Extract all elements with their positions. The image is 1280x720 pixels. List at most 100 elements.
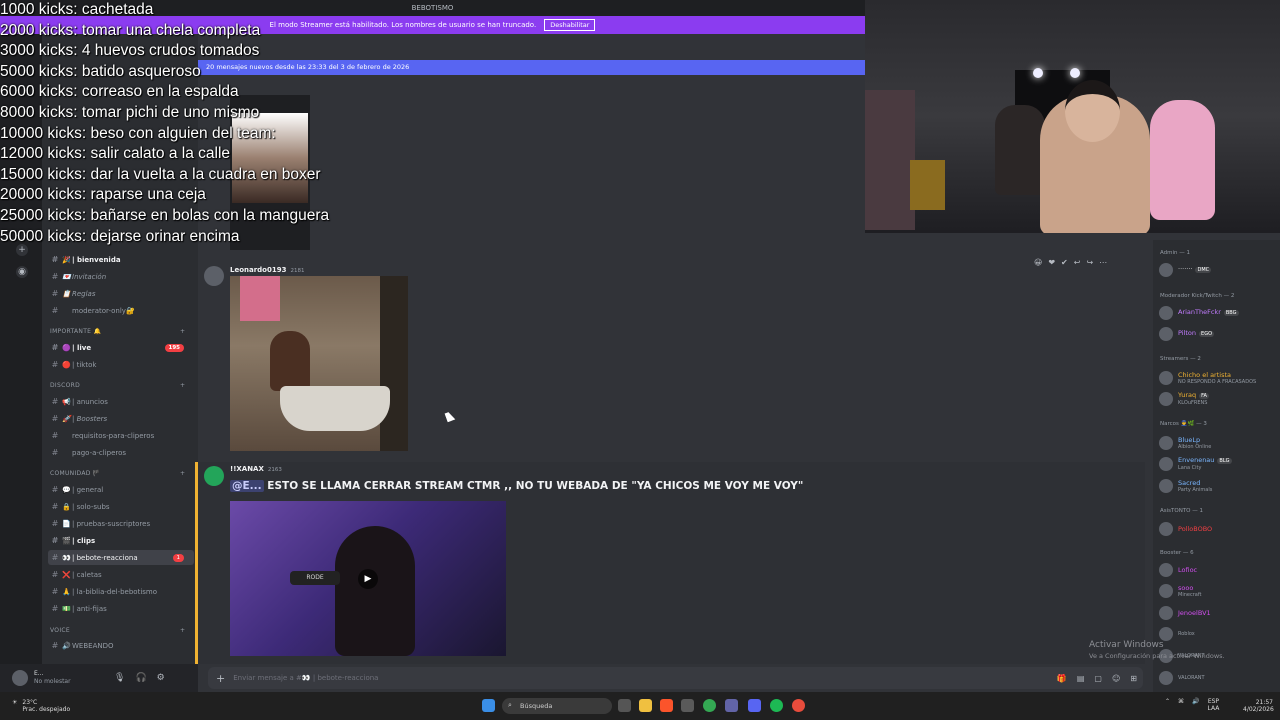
sticker-icon[interactable]: ▢ (1094, 674, 1102, 683)
reaction-check-icon[interactable]: ✔ (1061, 258, 1068, 267)
play-icon[interactable]: ▶ (358, 569, 378, 589)
add-attachment-icon[interactable]: + (216, 672, 225, 685)
discover-icon[interactable]: ◉ (16, 266, 28, 278)
more-options-icon[interactable]: ⋯ (1099, 258, 1107, 267)
task-view-icon[interactable] (618, 699, 631, 712)
gif-icon[interactable]: ▤ (1077, 674, 1085, 683)
teams-icon[interactable] (725, 699, 738, 712)
brave-icon[interactable] (660, 699, 673, 712)
message-author[interactable]: !!XANAX 2163 (230, 465, 282, 473)
language-indicator[interactable]: ESP LAA (1208, 698, 1220, 712)
member-activity: VALORANT (1178, 675, 1205, 681)
taskbar-search[interactable]: Búsqueda (502, 698, 612, 714)
member-item[interactable]: Chicho el artista NO RESPONDO A FRACASADO… (1159, 368, 1278, 388)
user-avatar[interactable] (12, 670, 28, 686)
channel-item[interactable]: # moderator-only🔐 (48, 303, 194, 318)
channel-item[interactable]: # 🔊 WEBEANDO (48, 638, 194, 653)
member-activity: Minecraft (1178, 591, 1202, 598)
channel-category[interactable]: COMUNIDAD 🏴 + (50, 470, 185, 477)
member-group-header: AsisTONTO — 1 (1160, 508, 1204, 514)
member-item[interactable]: Pilton EGO (1159, 324, 1278, 344)
channel-category[interactable]: VOICE + (50, 627, 185, 634)
file-explorer-icon[interactable] (639, 699, 652, 712)
add-channel-icon[interactable]: + (180, 328, 185, 335)
gift-icon[interactable]: 🎁 (1057, 674, 1067, 683)
disable-streamer-button[interactable]: Deshabilitar (544, 19, 596, 31)
network-icon[interactable]: ⌘ (1178, 698, 1184, 712)
member-item[interactable]: ······· DMC (1159, 260, 1278, 280)
clock[interactable]: 21:57 4/02/2026 (1243, 699, 1274, 713)
member-avatar (1159, 606, 1173, 620)
headphones-icon[interactable]: 🎧 (135, 673, 146, 683)
member-item[interactable]: Sacred Party Animals (1159, 476, 1278, 496)
member-item[interactable]: Envenenau BLG Lana City (1159, 454, 1278, 474)
member-item[interactable]: Yuraq FA KLOuFRENS (1159, 389, 1278, 409)
message-avatar[interactable] (204, 266, 224, 286)
overlay-goal-line: 10000 kicks: beso con alguien del team: (0, 124, 276, 142)
store-icon[interactable] (681, 699, 694, 712)
overlay-goal-line: 15000 kicks: dar la vuelta a la cuadra e… (0, 165, 321, 183)
start-icon[interactable] (482, 699, 495, 712)
weather-widget[interactable]: ☀ 23°C Prac. despejado (12, 699, 70, 713)
message-input[interactable]: + Enviar mensaje a #👀 | bebote-reacciona… (208, 667, 1143, 689)
spotify-icon[interactable] (770, 699, 783, 712)
apps-icon[interactable]: ⊞ (1130, 674, 1137, 683)
user-mention[interactable]: @E... (230, 480, 264, 492)
member-item[interactable]: PolloBOBO (1159, 519, 1278, 539)
member-item[interactable]: ArianTheFckr BBG (1159, 303, 1278, 323)
channel-item[interactable]: # 👀 | bebote-reacciona 1 (48, 550, 194, 565)
channel-item[interactable]: # requisitos-para-cliperos (48, 428, 194, 443)
hash-icon: # (51, 360, 59, 369)
obs-icon[interactable] (792, 699, 805, 712)
channel-item[interactable]: # 🎬 | clips (48, 533, 194, 548)
channel-item[interactable]: # 🔴 | tiktok (48, 357, 194, 372)
add-channel-icon[interactable]: + (180, 627, 185, 634)
chevron-up-icon[interactable]: ⌃ (1165, 698, 1170, 712)
member-item[interactable]: JenoelBV1 (1159, 603, 1278, 623)
channel-emoji: 🔴 (62, 360, 71, 369)
channel-item[interactable]: # 🚀 | Boosters (48, 411, 194, 426)
add-channel-icon[interactable]: + (180, 470, 185, 477)
channel-label: | caletas (72, 570, 102, 579)
composer-placeholder: Enviar mensaje a #👀 | bebote-reacciona (233, 674, 379, 682)
channel-category[interactable]: IMPORTANTE 🔔 + (50, 328, 185, 335)
channel-label: | general (72, 485, 104, 494)
reply-icon[interactable]: ↩ (1074, 258, 1081, 267)
message-image-attachment[interactable] (230, 276, 408, 451)
channel-category[interactable]: DISCORD + (50, 382, 185, 389)
message-video-attachment[interactable]: RODE ▶ (230, 501, 506, 656)
channel-item[interactable]: # 🎉 | bienvenida (48, 252, 194, 267)
member-name: Sacred (1178, 478, 1201, 487)
reaction-emoji-icon[interactable]: 😀 (1034, 258, 1042, 267)
reaction-heart-icon[interactable]: ❤ (1048, 258, 1055, 267)
chrome-icon[interactable] (703, 699, 716, 712)
discord-icon[interactable] (748, 699, 761, 712)
member-item[interactable]: VALORANT (1159, 668, 1278, 688)
member-item[interactable]: Lofioc (1159, 560, 1278, 580)
channel-item[interactable]: # 💌 Invitación (48, 269, 194, 284)
channel-item[interactable]: # ❌ | caletas (48, 567, 194, 582)
emoji-icon[interactable]: ☺ (1112, 674, 1120, 683)
forward-icon[interactable]: ↪ (1086, 258, 1093, 267)
channel-item[interactable]: # 💬 | general (48, 482, 194, 497)
channel-item[interactable]: # 📋 Reglas (48, 286, 194, 301)
channel-item[interactable]: # pago-a-cliperos (48, 445, 194, 460)
member-item[interactable]: BlueLp Albion Online (1159, 433, 1278, 453)
channel-item[interactable]: # 📢 | anuncios (48, 394, 194, 409)
overlay-goal-line: 3000 kicks: 4 huevos crudos tomados (0, 42, 260, 60)
message-author[interactable]: Leonardo0193 2181 (230, 266, 304, 274)
microphone-icon[interactable]: 🎙 (114, 673, 125, 683)
channel-item[interactable]: # 💵 | anti-fijas (48, 601, 194, 616)
message-avatar[interactable] (204, 466, 224, 486)
member-avatar (1159, 457, 1173, 471)
member-item[interactable]: sooo Minecraft (1159, 581, 1278, 601)
channel-item[interactable]: # 🟣 | live 195 (48, 340, 194, 355)
channel-item[interactable]: # 📄 | pruebas-suscriptores (48, 516, 194, 531)
member-activity: KLOuFRENS (1178, 400, 1208, 406)
add-channel-icon[interactable]: + (180, 382, 185, 389)
channel-item[interactable]: # 🔒 | solo-subs (48, 499, 194, 514)
channel-item[interactable]: # 🙏 | la-biblia-del-bebotismo (48, 584, 194, 599)
gear-icon[interactable]: ⚙ (157, 673, 165, 683)
volume-icon[interactable]: 🔊 (1192, 698, 1199, 712)
hash-icon: # (51, 431, 59, 440)
